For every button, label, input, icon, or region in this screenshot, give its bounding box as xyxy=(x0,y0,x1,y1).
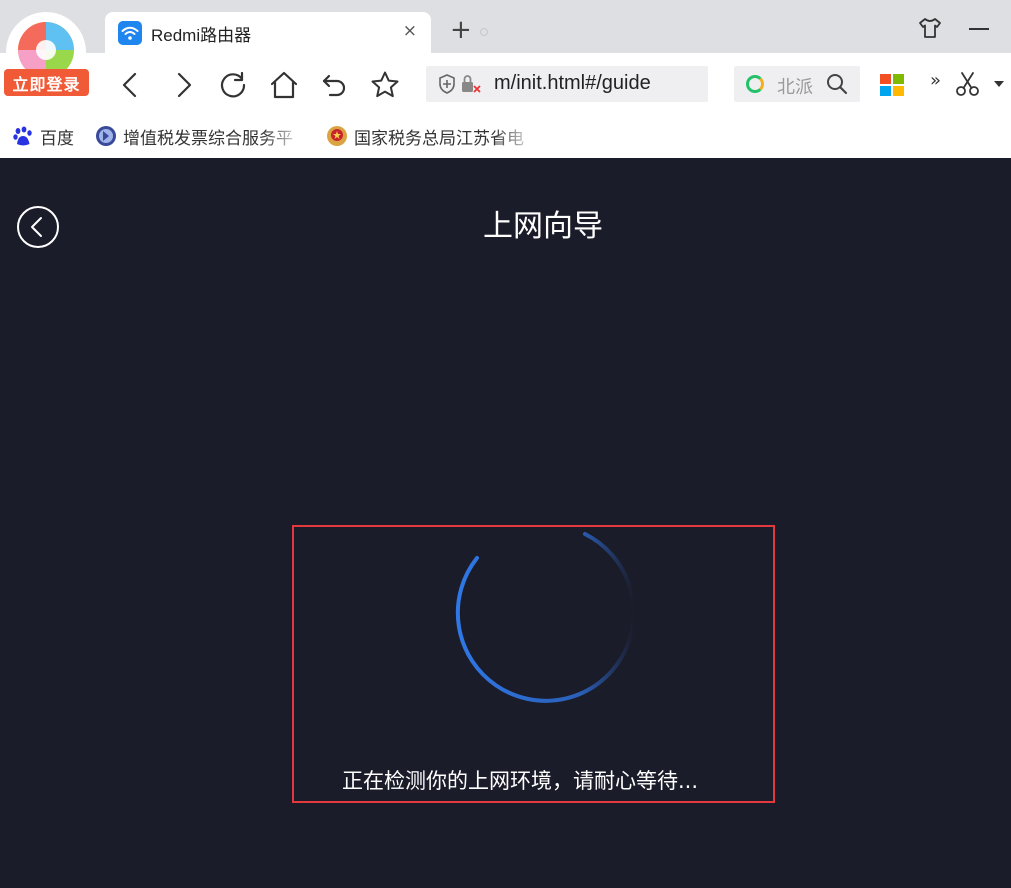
back-arrow-icon[interactable] xyxy=(116,70,146,100)
address-bar[interactable]: m/init.html#/guide xyxy=(426,66,708,102)
bookmark-star-icon[interactable] xyxy=(370,70,400,100)
bookmark-vat-invoice[interactable]: 增值税发票综合服务平 xyxy=(95,124,305,148)
chevron-down-icon[interactable] xyxy=(994,81,1004,87)
search-box[interactable]: 北派 xyxy=(734,66,860,102)
forward-arrow-icon[interactable] xyxy=(168,70,198,100)
shield-icon[interactable] xyxy=(438,74,456,94)
bookmark-label: 增值税发票综合服务平 xyxy=(123,128,293,149)
new-tab-button[interactable]: + xyxy=(450,17,472,43)
guide-page: 上网向导 正在检测你的上网环境，请耐心等待... xyxy=(0,158,1011,888)
loading-spinner-icon xyxy=(455,532,635,703)
bookmark-jiangsu-tax[interactable]: 国家税务总局江苏省电 xyxy=(326,124,536,148)
tab-title: Redmi路由器 xyxy=(151,26,252,45)
tab-indicator-icon xyxy=(480,28,488,36)
url-text[interactable]: m/init.html#/guide xyxy=(494,72,651,95)
search-engine-icon xyxy=(746,75,764,93)
minimize-button[interactable] xyxy=(969,28,989,30)
page-title: 上网向导 xyxy=(483,209,603,244)
tab-redmi-router[interactable]: Redmi路由器 × xyxy=(105,12,431,53)
home-icon[interactable] xyxy=(269,70,299,100)
bookmark-baidu[interactable]: 百度 xyxy=(12,124,74,148)
search-icon[interactable] xyxy=(825,72,849,96)
search-input[interactable]: 北派 xyxy=(777,73,813,99)
reload-icon[interactable] xyxy=(218,70,248,100)
tax-service-icon xyxy=(96,126,116,146)
browser-chrome: 立即登录 Redmi路由器 × + m/init.html#/guide 北派 … xyxy=(0,0,1011,158)
more-extensions-button[interactable]: » xyxy=(930,70,941,91)
insecure-lock-icon[interactable] xyxy=(460,74,482,94)
baidu-paw-icon xyxy=(13,126,32,146)
national-emblem-icon xyxy=(327,126,347,146)
bookmark-label: 百度 xyxy=(40,128,74,149)
tab-close-icon[interactable]: × xyxy=(403,21,417,41)
login-button[interactable]: 立即登录 xyxy=(4,69,89,96)
undo-close-tab-icon[interactable] xyxy=(320,70,350,100)
bookmarks-bar: 百度 增值税发票综合服务平 国家税务总局江苏省电 xyxy=(0,118,1011,154)
scissors-icon[interactable] xyxy=(954,70,982,98)
apps-grid-icon[interactable] xyxy=(880,74,904,96)
status-text: 正在检测你的上网环境，请耐心等待... xyxy=(342,769,699,793)
skin-icon[interactable] xyxy=(918,17,942,39)
bookmark-label: 国家税务总局江苏省电 xyxy=(354,128,524,149)
wifi-icon xyxy=(118,21,142,45)
